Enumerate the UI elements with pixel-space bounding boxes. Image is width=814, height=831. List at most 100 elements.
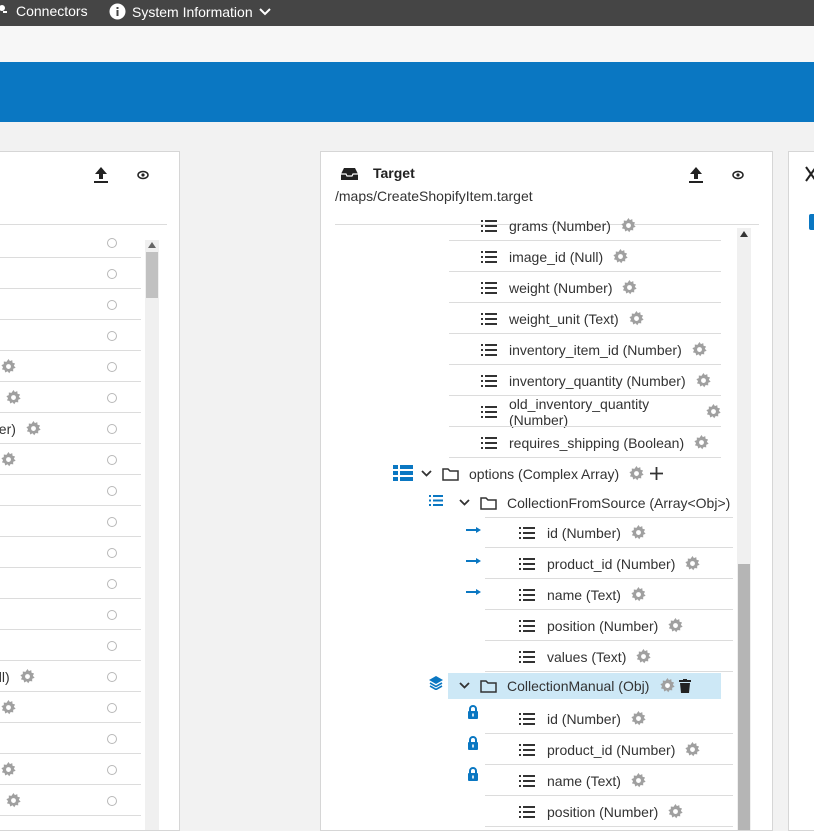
source-field-row[interactable] — [0, 630, 141, 661]
source-field-row[interactable] — [0, 289, 141, 320]
mapping-handle[interactable] — [107, 703, 117, 713]
target-scroll-thumb[interactable] — [738, 564, 750, 830]
gear-icon[interactable] — [706, 404, 721, 419]
layers-icon[interactable] — [429, 676, 443, 690]
gear-icon[interactable] — [6, 390, 21, 405]
tree-field-row[interactable]: inventory_item_id (Number) — [481, 334, 721, 365]
chevron-down-icon[interactable] — [459, 499, 470, 506]
close-icon[interactable] — [805, 166, 814, 182]
mapping-handle[interactable] — [107, 579, 117, 589]
tree-field-row[interactable]: image_id (Null) — [481, 241, 721, 272]
source-field-row[interactable] — [0, 258, 141, 289]
source-field-row[interactable] — [0, 444, 141, 475]
tree-field-row[interactable]: position (Number) — [519, 610, 733, 641]
export-icon[interactable] — [688, 166, 704, 184]
gear-icon[interactable] — [692, 342, 707, 357]
gear-icon[interactable] — [629, 311, 644, 326]
gear-icon[interactable] — [696, 373, 711, 388]
mapping-handle[interactable] — [107, 734, 117, 744]
source-field-row[interactable] — [0, 599, 141, 630]
add-icon[interactable] — [650, 467, 664, 480]
gear-icon[interactable] — [694, 435, 709, 450]
lock-icon[interactable] — [467, 705, 479, 719]
mapping-handle[interactable] — [107, 393, 117, 403]
gear-icon[interactable] — [685, 742, 701, 757]
source-field-row[interactable] — [0, 723, 141, 754]
source-field-row[interactable] — [0, 506, 141, 537]
source-field-row[interactable] — [0, 475, 141, 506]
source-field-row[interactable] — [0, 537, 141, 568]
gear-icon[interactable] — [621, 218, 636, 233]
gear-icon[interactable] — [20, 669, 35, 684]
gear-icon[interactable] — [622, 280, 638, 295]
mapping-handle[interactable] — [107, 424, 117, 434]
target-scrollbar[interactable] — [737, 228, 751, 830]
tree-field-row[interactable]: weight_unit (Text) — [481, 303, 721, 334]
table-list-icon[interactable] — [393, 465, 413, 481]
gear-icon[interactable] — [668, 618, 683, 633]
source-field-row[interactable] — [0, 320, 141, 351]
chevron-down-icon[interactable] — [459, 682, 470, 689]
source-field-row[interactable]: ull) — [0, 661, 141, 692]
gear-icon[interactable] — [636, 649, 651, 664]
mapping-handle[interactable] — [107, 765, 117, 775]
mapping-handle[interactable] — [107, 672, 117, 682]
source-scrollbar[interactable] — [145, 240, 159, 830]
eye-icon[interactable] — [137, 170, 149, 180]
mapping-handle[interactable] — [107, 362, 117, 372]
mapping-handle[interactable] — [107, 548, 117, 558]
gear-icon[interactable] — [668, 804, 683, 819]
gear-icon[interactable] — [1, 700, 16, 715]
lock-icon[interactable] — [467, 767, 479, 781]
mapping-handle[interactable] — [107, 455, 117, 465]
mapping-handle[interactable] — [107, 486, 117, 496]
tree-field-row[interactable]: old_inventory_quantity (Number) — [481, 396, 721, 428]
mapping-arrow-icon[interactable] — [466, 527, 481, 533]
mapping-handle[interactable] — [107, 610, 117, 620]
tree-node-options[interactable]: options (Complex Array) — [421, 458, 681, 489]
mapping-handle[interactable] — [107, 269, 117, 279]
mapping-arrow-icon[interactable] — [466, 558, 481, 564]
source-scroll-thumb[interactable] — [146, 252, 158, 298]
mapping-handle[interactable] — [107, 517, 117, 527]
tree-field-row[interactable]: product_id (Number) — [519, 548, 733, 579]
tree-field-row[interactable]: id (Number) — [519, 517, 733, 548]
gear-icon[interactable] — [631, 711, 646, 726]
tree-field-row[interactable]: name (Text) — [519, 579, 733, 610]
gear-icon[interactable] — [1, 762, 16, 777]
eye-icon[interactable] — [732, 170, 744, 180]
mapping-handle[interactable] — [107, 641, 117, 651]
tree-node-collection-manual[interactable]: CollectionManual (Obj) — [459, 670, 721, 701]
tree-field-row[interactable]: position (Number) — [519, 796, 733, 827]
tree-field-row[interactable]: requires_shipping (Boolean) — [481, 427, 721, 458]
trash-icon[interactable] — [679, 678, 692, 693]
source-field-row[interactable] — [0, 754, 141, 785]
source-field-row[interactable]: ) — [0, 382, 141, 413]
mapping-handle[interactable] — [107, 796, 117, 806]
gear-icon[interactable] — [631, 525, 646, 540]
gear-icon[interactable] — [631, 587, 646, 602]
system-information-menu[interactable]: System Information — [109, 3, 271, 20]
tree-field-row[interactable]: weight (Number) — [481, 272, 721, 303]
gear-icon[interactable] — [613, 249, 628, 264]
tree-field-row[interactable]: values (Text) — [519, 641, 733, 672]
mapping-arrow-icon[interactable] — [466, 589, 481, 595]
tree-field-row[interactable]: name (Text) — [519, 765, 733, 796]
lock-icon[interactable] — [467, 736, 479, 750]
tree-field-row[interactable]: inventory_quantity (Number) — [481, 365, 721, 396]
export-icon[interactable] — [93, 166, 109, 184]
gear-icon[interactable] — [26, 421, 41, 436]
tree-field-row[interactable]: id (Number) — [519, 703, 733, 734]
gear-icon[interactable] — [629, 466, 644, 481]
source-field-row[interactable] — [0, 568, 141, 599]
tree-node-collection-from-source[interactable]: CollectionFromSource (Array<Obj>) — [459, 487, 739, 518]
gear-icon[interactable] — [631, 773, 646, 788]
source-field-row[interactable]: ber) — [0, 413, 141, 444]
tree-field-row[interactable]: product_id (Number) — [519, 734, 733, 765]
mapping-handle[interactable] — [107, 238, 117, 248]
gear-icon[interactable] — [1, 359, 16, 374]
checkbox[interactable] — [809, 214, 814, 230]
mapping-handle[interactable] — [107, 331, 117, 341]
source-field-row[interactable] — [0, 692, 141, 723]
list-blue-icon[interactable] — [429, 495, 443, 506]
